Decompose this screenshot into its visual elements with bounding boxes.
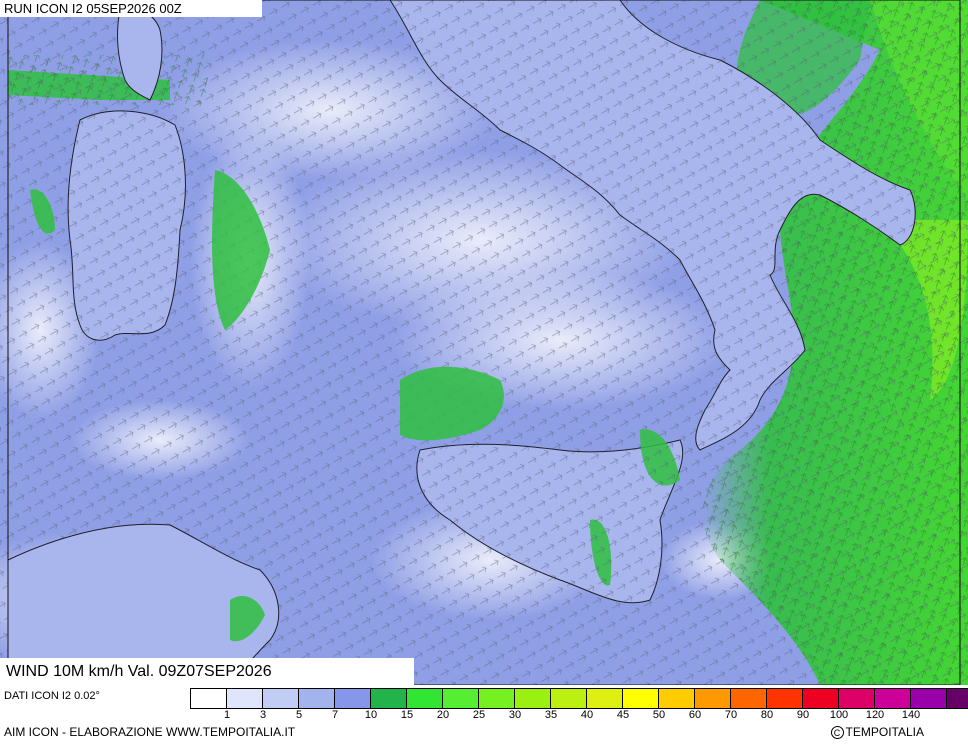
legend-tick-label: 1: [223, 709, 231, 721]
legend-box: [335, 689, 371, 708]
credit-label: AIM ICON - ELABORAZIONE WWW.TEMPOITALIA.…: [4, 725, 296, 739]
legend-box: [443, 689, 479, 708]
legend-tick-label: 100: [829, 709, 849, 721]
legend-tick-label: 10: [364, 709, 378, 721]
legend-box: [659, 689, 695, 708]
legend-tick-label: 5: [295, 709, 303, 721]
legend-tick-label: 45: [616, 709, 630, 721]
wind-map: [0, 0, 968, 685]
legend-box: [263, 689, 299, 708]
legend-box: [371, 689, 407, 708]
legend-box: [515, 689, 551, 708]
legend-tick-label: 50: [652, 709, 666, 721]
validity-label: WIND 10M km/h Val. 09Z07SEP2026: [0, 658, 414, 685]
legend-box: [875, 689, 911, 708]
legend-box: [407, 689, 443, 708]
legend-box: [911, 689, 947, 708]
legend-box: [227, 689, 263, 708]
legend-tick-label: 90: [796, 709, 810, 721]
legend-tick-label: 40: [580, 709, 594, 721]
legend-tick-label: 15: [400, 709, 414, 721]
legend-tick-label: 20: [436, 709, 450, 721]
copyright: C TEMPOITALIA: [830, 725, 924, 739]
legend-box: [551, 689, 587, 708]
legend-tick-label: 35: [544, 709, 558, 721]
legend-box: [299, 689, 335, 708]
legend-box: [767, 689, 803, 708]
copyright-label: TEMPOITALIA: [845, 725, 924, 739]
data-source-label: DATI ICON I2 0.02°: [4, 690, 100, 702]
legend-tick-label: 70: [724, 709, 738, 721]
legend-tick-label: 80: [760, 709, 774, 721]
footer: DATI ICON I2 0.02° 1 3 5 7 10 15 20 25 30 35 40 45 5…: [0, 685, 968, 745]
wind-map-canvas: [0, 0, 968, 685]
legend-box: [587, 689, 623, 708]
legend-tick-label: 30: [508, 709, 522, 721]
legend-tick-label: 140: [901, 709, 921, 721]
legend-tick-label: 7: [331, 709, 339, 721]
legend-box: [479, 689, 515, 708]
legend-tick-label: 25: [472, 709, 486, 721]
color-legend: [190, 688, 968, 709]
legend-box: [803, 689, 839, 708]
legend-tick-label: 60: [688, 709, 702, 721]
copyright-icon: C: [830, 725, 844, 739]
legend-box: [947, 689, 968, 708]
legend-box: [731, 689, 767, 708]
weather-map-page: RUN ICON I2 05SEP2026 00Z WIND 10M km/h …: [0, 0, 968, 745]
legend-tick-label: 3: [259, 709, 267, 721]
legend-box: [191, 689, 227, 708]
legend-box: [623, 689, 659, 708]
legend-tick-labels: 1 3 5 7 10 15 20 25 30 35 40 45 50 60 70 80 90 100 120 140: [190, 709, 966, 723]
legend-box: [839, 689, 875, 708]
legend-box: [695, 689, 731, 708]
legend-tick-label: 120: [865, 709, 885, 721]
run-label: RUN ICON I2 05SEP2026 00Z: [0, 0, 262, 17]
